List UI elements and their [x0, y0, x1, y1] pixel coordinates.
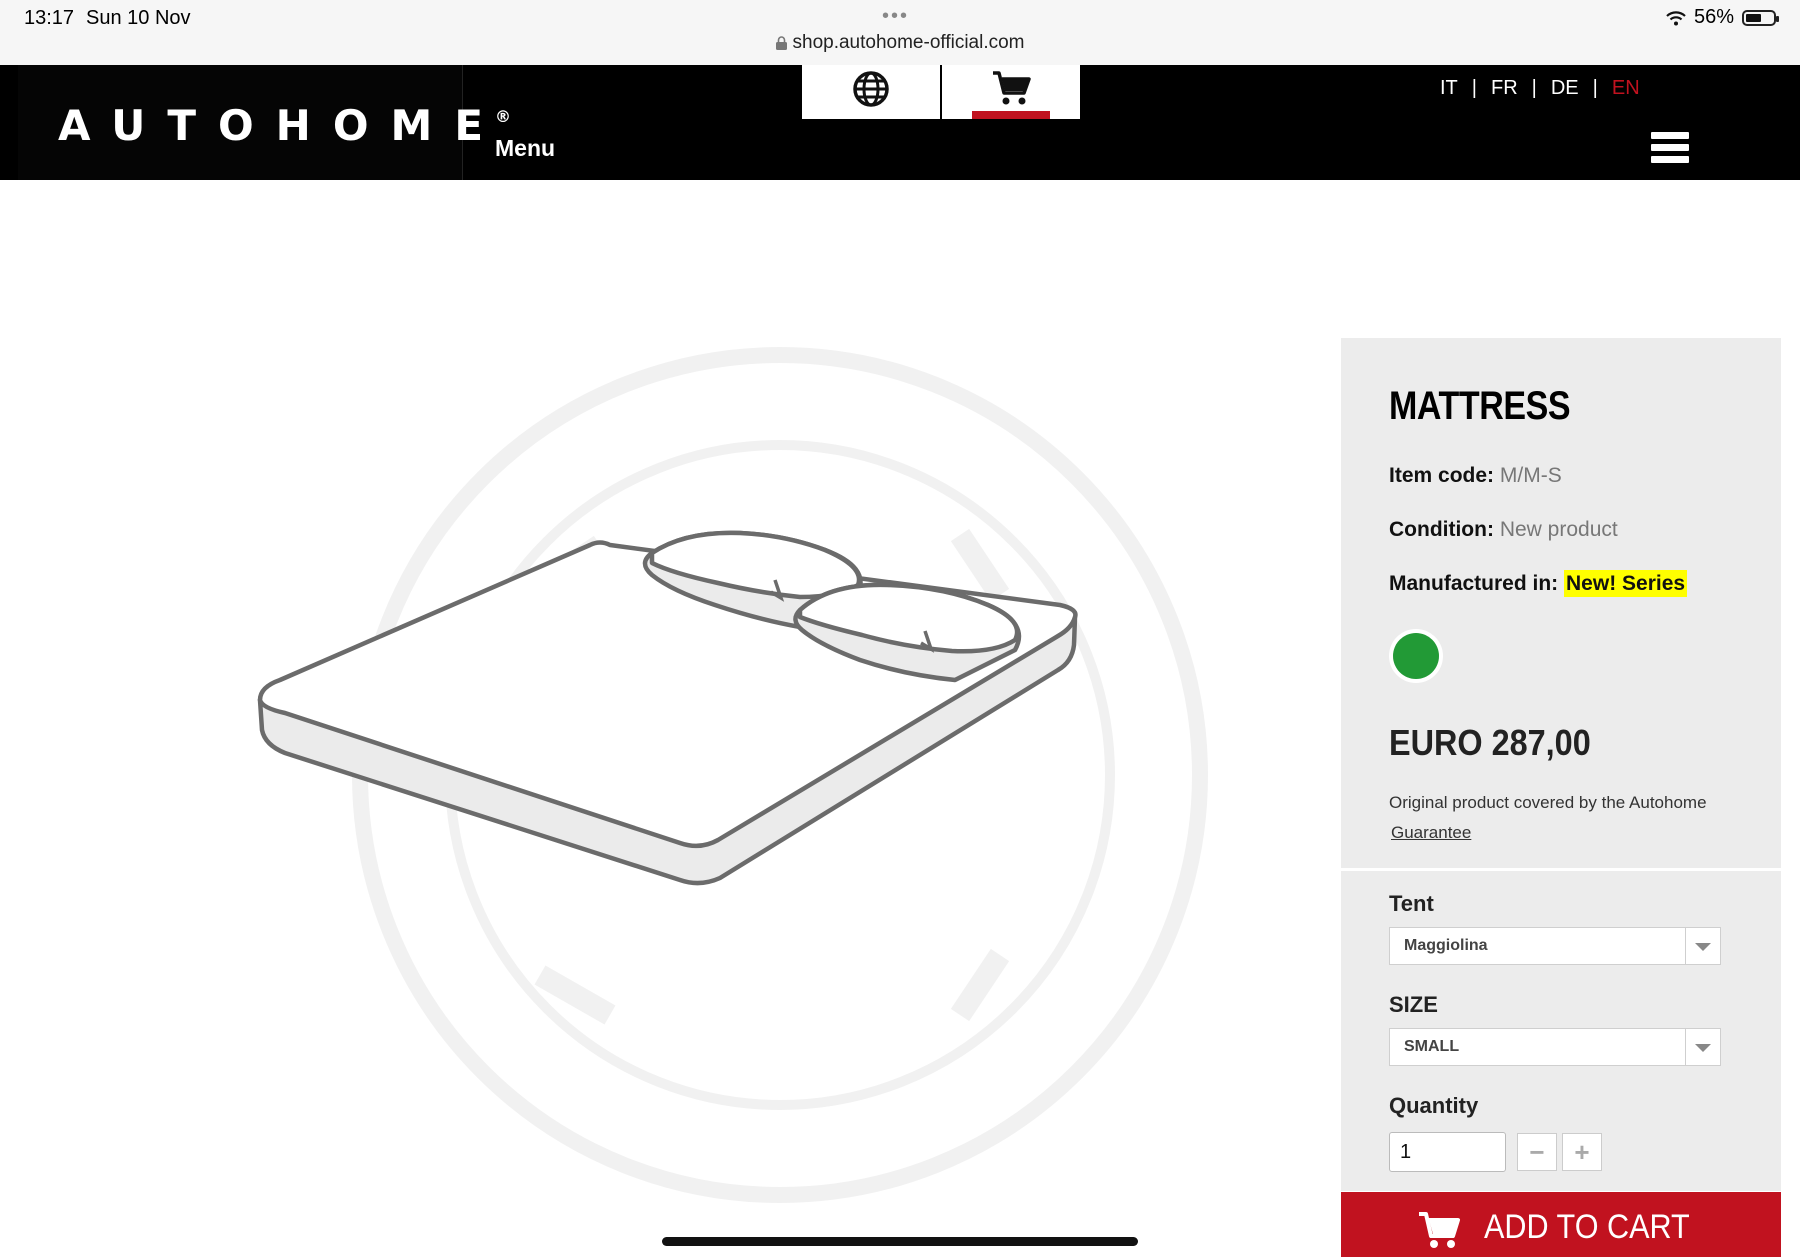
product-image	[257, 347, 1208, 1203]
lock-icon	[775, 36, 787, 50]
battery-percent: 56%	[1693, 6, 1734, 28]
battery-icon	[1742, 9, 1779, 26]
size-label: SIZE	[1389, 992, 1438, 1017]
quantity-decrease-button[interactable]: −	[1517, 1133, 1557, 1171]
status-right: 56%	[1666, 6, 1779, 29]
product-options-panel: Tent Maggiolina SIZE SMALL Quantity 1 − …	[1341, 871, 1781, 1191]
quantity-value: 1	[1400, 1141, 1412, 1163]
status-time: 13:17	[24, 7, 75, 29]
color-swatch[interactable]	[1389, 629, 1443, 683]
cart-indicator	[972, 111, 1050, 119]
status-date: Sun 10 Nov	[86, 7, 191, 29]
more-dots-icon[interactable]: •••	[882, 5, 909, 28]
manufactured-row: Manufactured in: New! Series	[1389, 570, 1688, 597]
hamburger-icon[interactable]	[1651, 132, 1689, 168]
manufactured-label: Manufactured in:	[1389, 572, 1559, 595]
condition-label: Condition:	[1389, 518, 1494, 541]
condition-value: New product	[1499, 518, 1618, 541]
chevron-down-icon	[1685, 928, 1720, 964]
wifi-icon	[1666, 10, 1686, 25]
brand-logo: AUTOHOME®	[58, 101, 512, 150]
chevron-down-icon	[1685, 1029, 1720, 1065]
lang-it[interactable]: IT	[1440, 77, 1458, 100]
menu-link[interactable]: Menu	[495, 135, 555, 162]
add-to-cart-label: ADD TO CART	[1484, 1208, 1690, 1246]
size-select[interactable]: SMALL	[1389, 1028, 1721, 1066]
lang-fr[interactable]: FR	[1491, 77, 1518, 100]
quantity-increase-button[interactable]: +	[1562, 1133, 1602, 1171]
lang-de[interactable]: DE	[1551, 77, 1579, 100]
product-info-panel: MATTRESS Item code: M/M-S Condition: New…	[1341, 338, 1781, 868]
lang-separator: |	[1592, 77, 1598, 99]
lang-separator: |	[1531, 77, 1537, 99]
language-button[interactable]	[802, 65, 940, 119]
address-bar[interactable]: shop.autohome-official.com	[0, 32, 1800, 54]
add-to-cart-button[interactable]: ADD TO CART	[1341, 1192, 1781, 1257]
cart-button[interactable]	[942, 65, 1080, 119]
cart-icon	[993, 71, 1031, 105]
quantity-label: Quantity	[1389, 1093, 1479, 1118]
product-price: EURO 287,00	[1389, 722, 1591, 763]
site-header: AUTOHOME® Menu IT | FR | DE | EN	[0, 65, 1800, 180]
url-text: shop.autohome-official.com	[792, 32, 1025, 53]
item-code-row: Item code: M/M-S	[1389, 464, 1562, 488]
item-code-label: Item code:	[1389, 464, 1495, 487]
globe-icon	[853, 71, 889, 107]
lang-en[interactable]: EN	[1612, 77, 1640, 100]
lang-separator: |	[1471, 77, 1477, 99]
cart-icon	[1419, 1212, 1460, 1248]
size-select-value: SMALL	[1404, 1038, 1460, 1055]
product-title: MATTRESS	[1389, 384, 1571, 428]
home-indicator[interactable]	[662, 1237, 1138, 1246]
condition-row: Condition: New product	[1389, 518, 1618, 542]
tent-label: Tent	[1389, 891, 1434, 916]
guarantee-note: Original product covered by the Autohome	[1389, 793, 1707, 812]
manufactured-value: New! Series	[1564, 570, 1688, 597]
tent-select-value: Maggiolina	[1404, 937, 1488, 954]
status-bar: 13:17 Sun 10 Nov ••• shop.autohome-offic…	[0, 0, 1800, 65]
item-code-value: M/M-S	[1499, 464, 1562, 487]
logo-link[interactable]: AUTOHOME®	[18, 65, 511, 180]
quantity-input[interactable]: 1	[1389, 1132, 1506, 1172]
guarantee-link[interactable]: Guarantee	[1391, 823, 1471, 843]
language-switcher: IT | FR | DE | EN	[1440, 77, 1640, 100]
tent-select[interactable]: Maggiolina	[1389, 927, 1721, 965]
